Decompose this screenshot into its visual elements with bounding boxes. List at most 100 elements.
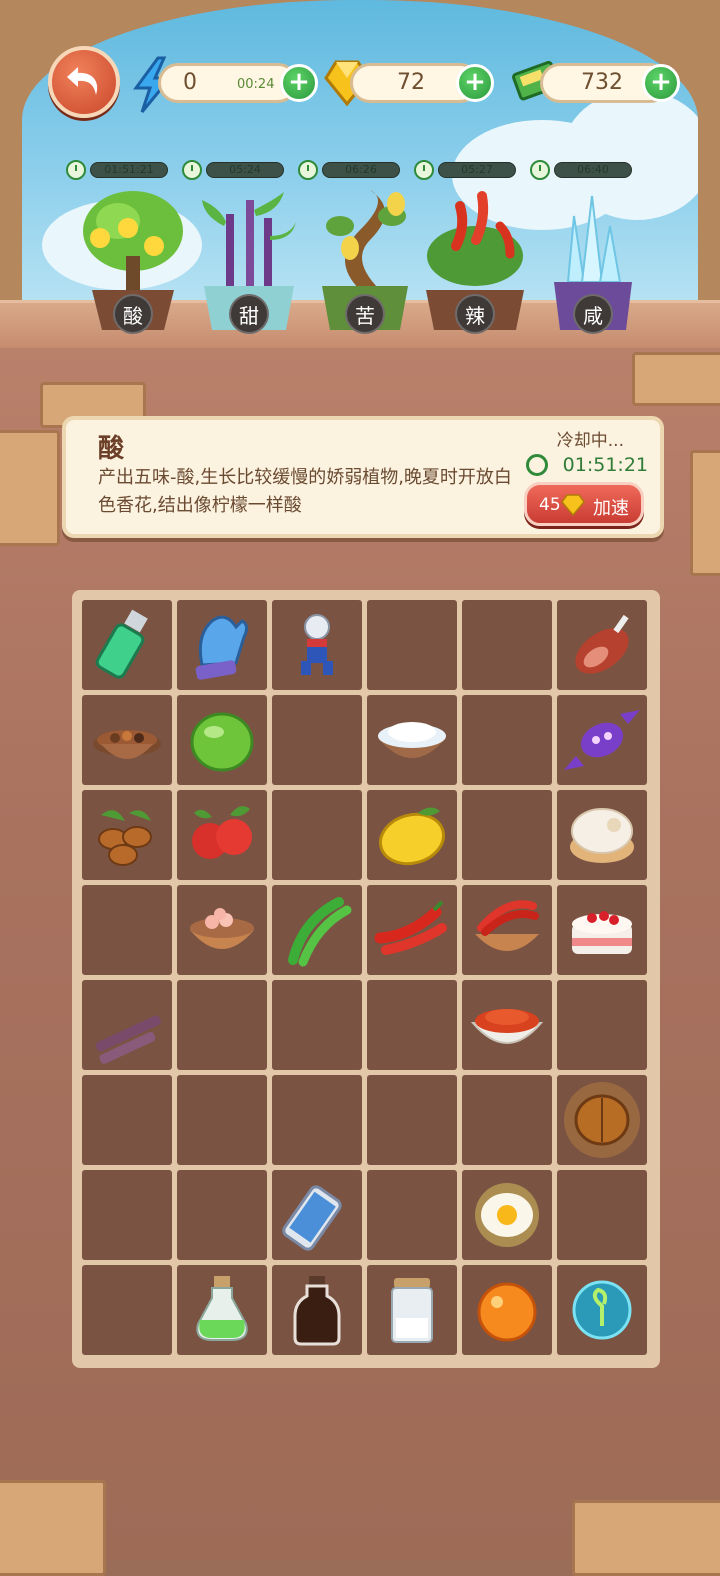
gem-value: 72 [397, 70, 425, 95]
green-potion-icon [196, 1276, 248, 1341]
chili-bowl-icon [475, 900, 539, 951]
green-pepper-icon [288, 897, 352, 967]
crate-bottom-right [572, 1500, 720, 1576]
sugarcane-icon [95, 1015, 161, 1064]
grid-cell[interactable] [177, 980, 267, 1070]
lighter-icon [95, 609, 148, 679]
candy-icon [564, 710, 640, 770]
grid-cell[interactable] [367, 1265, 457, 1355]
grid-cell[interactable] [367, 600, 457, 690]
strawberry-cake-icon [572, 911, 632, 954]
grid-cell[interactable] [462, 1075, 552, 1165]
toy-figure-icon [301, 614, 333, 675]
fried-egg-icon [475, 1183, 539, 1247]
red-chili-icon [374, 900, 447, 955]
clock-icon [298, 160, 318, 180]
grid-cell[interactable] [82, 1170, 172, 1260]
add-gems-button[interactable]: + [456, 64, 494, 102]
salt-jar-icon [391, 1278, 433, 1343]
grid-cell[interactable] [272, 1075, 362, 1165]
grid-cell[interactable] [82, 695, 172, 785]
grid-cell[interactable] [462, 790, 552, 880]
ham-leg-icon [575, 614, 629, 674]
grid-cell[interactable] [272, 980, 362, 1070]
plant-spicy[interactable]: 辣 [420, 186, 530, 336]
grid-cell[interactable] [462, 885, 552, 975]
crate-left [0, 430, 60, 546]
merge-board [72, 590, 660, 1368]
grid-cell[interactable] [557, 980, 647, 1070]
clock-icon [182, 160, 202, 180]
grid-cell[interactable] [177, 695, 267, 785]
hawthorn-icon [192, 806, 252, 859]
grid-cell[interactable] [557, 600, 647, 690]
cash-value: 732 [581, 70, 623, 95]
plant-bitter[interactable]: 苦 [310, 186, 420, 336]
grid-cell[interactable] [367, 790, 457, 880]
grid-cell[interactable] [272, 600, 362, 690]
grid-cell[interactable] [462, 600, 552, 690]
soy-sauce-bottle-icon [293, 1276, 341, 1346]
plant-salty[interactable]: 咸 [538, 186, 648, 336]
item-grid [82, 600, 647, 1355]
energy-timer: 00:24 [237, 77, 275, 92]
grid-cell[interactable] [82, 600, 172, 690]
grid-cell[interactable] [177, 1265, 267, 1355]
grid-cell[interactable] [367, 980, 457, 1070]
plant-sour[interactable]: 酸 [78, 186, 188, 336]
grid-cell[interactable] [82, 790, 172, 880]
grid-cell[interactable] [367, 1075, 457, 1165]
add-energy-button[interactable]: + [280, 64, 318, 102]
grid-cell[interactable] [272, 695, 362, 785]
grid-cell[interactable] [557, 1075, 647, 1165]
grid-cell[interactable] [177, 790, 267, 880]
clock-icon [66, 160, 86, 180]
grid-cell[interactable] [82, 980, 172, 1070]
grid-cell[interactable] [462, 1170, 552, 1260]
grid-cell[interactable] [557, 790, 647, 880]
cooldown-status: 冷却中... [556, 431, 624, 451]
back-button[interactable] [48, 46, 120, 118]
back-arrow-icon [67, 67, 98, 95]
salt-bowl-icon [378, 722, 446, 758]
orange-orb-icon [477, 1282, 537, 1342]
grid-cell[interactable] [462, 1265, 552, 1355]
speedup-button[interactable]: 45 加速 [524, 482, 644, 526]
add-cash-button[interactable]: + [642, 64, 680, 102]
grid-cell[interactable] [367, 885, 457, 975]
grid-cell[interactable] [462, 980, 552, 1070]
grid-cell[interactable] [557, 1170, 647, 1260]
grid-cell[interactable] [272, 1170, 362, 1260]
plant-label: 辣 [455, 294, 495, 334]
grid-cell[interactable] [367, 695, 457, 785]
grid-cell[interactable] [272, 885, 362, 975]
plant-sweet[interactable]: 甜 [194, 186, 304, 336]
grid-cell[interactable] [177, 1170, 267, 1260]
grid-cell[interactable] [557, 885, 647, 975]
smartphone-icon [282, 1185, 342, 1251]
grid-cell[interactable] [367, 1170, 457, 1260]
lemon-icon [378, 807, 446, 866]
grid-cell[interactable] [272, 790, 362, 880]
cooldown-timer: 01:51:21 [562, 454, 648, 476]
energy-counter: 0 00:24 [158, 63, 298, 103]
grid-cell[interactable] [177, 1075, 267, 1165]
energy-value: 0 [183, 70, 197, 95]
grid-cell[interactable] [272, 1265, 362, 1355]
grid-cell[interactable] [177, 600, 267, 690]
grid-cell[interactable] [557, 695, 647, 785]
grid-cell[interactable] [557, 1265, 647, 1355]
sprout-orb-icon [572, 1280, 632, 1340]
grid-cell[interactable] [82, 1075, 172, 1165]
crate-right [690, 450, 720, 576]
grid-cell[interactable] [82, 1265, 172, 1355]
plant-label: 甜 [229, 294, 269, 334]
grid-cell[interactable] [462, 695, 552, 785]
cream-puff-icon [570, 808, 634, 863]
grid-cell[interactable] [177, 885, 267, 975]
spice-bowl-icon [93, 730, 161, 759]
grid-cell[interactable] [82, 885, 172, 975]
plant-label: 咸 [573, 294, 613, 334]
clock-icon [414, 160, 434, 180]
chili-powder-icon [470, 1009, 544, 1044]
